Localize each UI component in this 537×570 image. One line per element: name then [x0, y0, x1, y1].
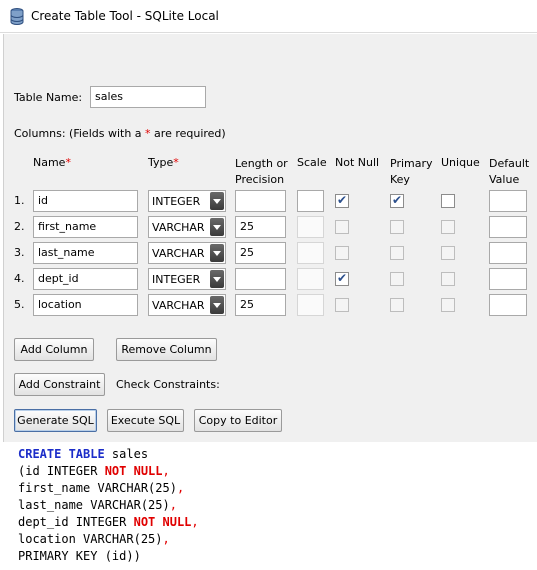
- column-type-select[interactable]: INTEGER: [148, 268, 226, 290]
- header-length: Length or Precision: [235, 157, 288, 186]
- unique-checkbox: [441, 220, 455, 234]
- header-type: Type*: [148, 156, 179, 169]
- default-value-input[interactable]: [489, 242, 527, 264]
- column-type-value: INTEGER: [152, 273, 201, 286]
- row-number: 5.: [14, 298, 25, 311]
- checkmark-icon: ✔: [337, 271, 348, 285]
- not-null-checkbox[interactable]: ✔: [335, 271, 349, 286]
- sql-output-area[interactable]: CREATE TABLE sales (id INTEGER NOT NULL,…: [0, 442, 537, 570]
- header-primary-key: Primary Key: [390, 157, 433, 186]
- column-type-select[interactable]: VARCHAR: [148, 294, 226, 316]
- scale-input: [297, 216, 324, 238]
- sql-line: dept_id INTEGER NOT NULL,: [18, 515, 199, 529]
- chevron-down-icon[interactable]: [210, 244, 224, 262]
- remove-column-button[interactable]: Remove Column: [116, 338, 217, 361]
- title-bar: Create Table Tool - SQLite Local: [0, 0, 537, 33]
- chevron-down-icon[interactable]: [210, 296, 224, 314]
- database-icon: [10, 8, 24, 25]
- default-value-input[interactable]: [489, 268, 527, 290]
- sql-line: first_name VARCHAR(25),: [18, 481, 185, 495]
- column-type-value: VARCHAR: [152, 299, 205, 312]
- column-type-select[interactable]: VARCHAR: [148, 242, 226, 264]
- scale-input: [297, 268, 324, 290]
- row-number: 3.: [14, 246, 25, 259]
- copy-to-editor-button[interactable]: Copy to Editor: [194, 409, 282, 432]
- chevron-down-icon[interactable]: [210, 192, 224, 210]
- table-name-label: Table Name:: [14, 91, 83, 104]
- column-name-input[interactable]: dept_id: [33, 268, 138, 290]
- sql-line: CREATE TABLE sales: [18, 447, 149, 461]
- column-name-input[interactable]: location: [33, 294, 138, 316]
- header-name: Name*: [33, 156, 71, 169]
- scale-input[interactable]: [297, 190, 324, 212]
- column-name-input[interactable]: id: [33, 190, 138, 212]
- length-input[interactable]: 25: [235, 216, 286, 238]
- table-name-input[interactable]: sales: [90, 86, 206, 108]
- sql-line: location VARCHAR(25),: [18, 532, 170, 546]
- unique-checkbox: [441, 272, 455, 286]
- add-constraint-button[interactable]: Add Constraint: [14, 373, 105, 396]
- header-unique: Unique: [441, 156, 480, 169]
- length-input[interactable]: 25: [235, 294, 286, 316]
- header-default: Default Value: [489, 157, 530, 186]
- checkmark-icon: ✔: [337, 193, 348, 207]
- check-constraints-label: Check Constraints:: [116, 378, 220, 391]
- not-null-checkbox: [335, 220, 349, 234]
- length-input[interactable]: 25: [235, 242, 286, 264]
- unique-checkbox[interactable]: [441, 194, 455, 208]
- columns-label: Columns: (Fields with a * are required): [14, 127, 226, 140]
- column-type-value: VARCHAR: [152, 221, 205, 234]
- add-column-button[interactable]: Add Column: [14, 338, 94, 361]
- default-value-input[interactable]: [489, 216, 527, 238]
- primary-key-checkbox: [390, 272, 404, 286]
- not-null-checkbox: [335, 246, 349, 260]
- default-value-input[interactable]: [489, 190, 527, 212]
- row-number: 1.: [14, 194, 25, 207]
- sql-line: last_name VARCHAR(25),: [18, 498, 177, 512]
- column-type-value: INTEGER: [152, 195, 201, 208]
- column-type-value: VARCHAR: [152, 247, 205, 260]
- chevron-down-icon[interactable]: [210, 270, 224, 288]
- length-input[interactable]: [235, 190, 286, 212]
- column-type-select[interactable]: VARCHAR: [148, 216, 226, 238]
- header-scale: Scale: [297, 156, 327, 169]
- checkmark-icon: ✔: [392, 193, 403, 207]
- column-type-select[interactable]: INTEGER: [148, 190, 226, 212]
- chevron-down-icon[interactable]: [210, 218, 224, 236]
- create-table-form: Table Name: sales Columns: (Fields with …: [3, 34, 537, 442]
- header-not-null: Not Null: [335, 156, 380, 169]
- scale-input: [297, 294, 324, 316]
- default-value-input[interactable]: [489, 294, 527, 316]
- primary-key-checkbox: [390, 246, 404, 260]
- sql-line: (id INTEGER NOT NULL,: [18, 464, 170, 478]
- primary-key-checkbox: [390, 220, 404, 234]
- length-input[interactable]: [235, 268, 286, 290]
- execute-sql-button[interactable]: Execute SQL: [107, 409, 184, 432]
- unique-checkbox: [441, 298, 455, 312]
- column-name-input[interactable]: last_name: [33, 242, 138, 264]
- not-null-checkbox: [335, 298, 349, 312]
- not-null-checkbox[interactable]: ✔: [335, 193, 349, 208]
- sql-line: PRIMARY KEY (id)): [18, 549, 141, 563]
- unique-checkbox: [441, 246, 455, 260]
- row-number: 2.: [14, 220, 25, 233]
- primary-key-checkbox[interactable]: ✔: [390, 193, 404, 208]
- scale-input: [297, 242, 324, 264]
- column-name-input[interactable]: first_name: [33, 216, 138, 238]
- row-number: 4.: [14, 272, 25, 285]
- window-title: Create Table Tool - SQLite Local: [31, 9, 219, 23]
- generate-sql-button[interactable]: Generate SQL: [14, 409, 97, 432]
- primary-key-checkbox: [390, 298, 404, 312]
